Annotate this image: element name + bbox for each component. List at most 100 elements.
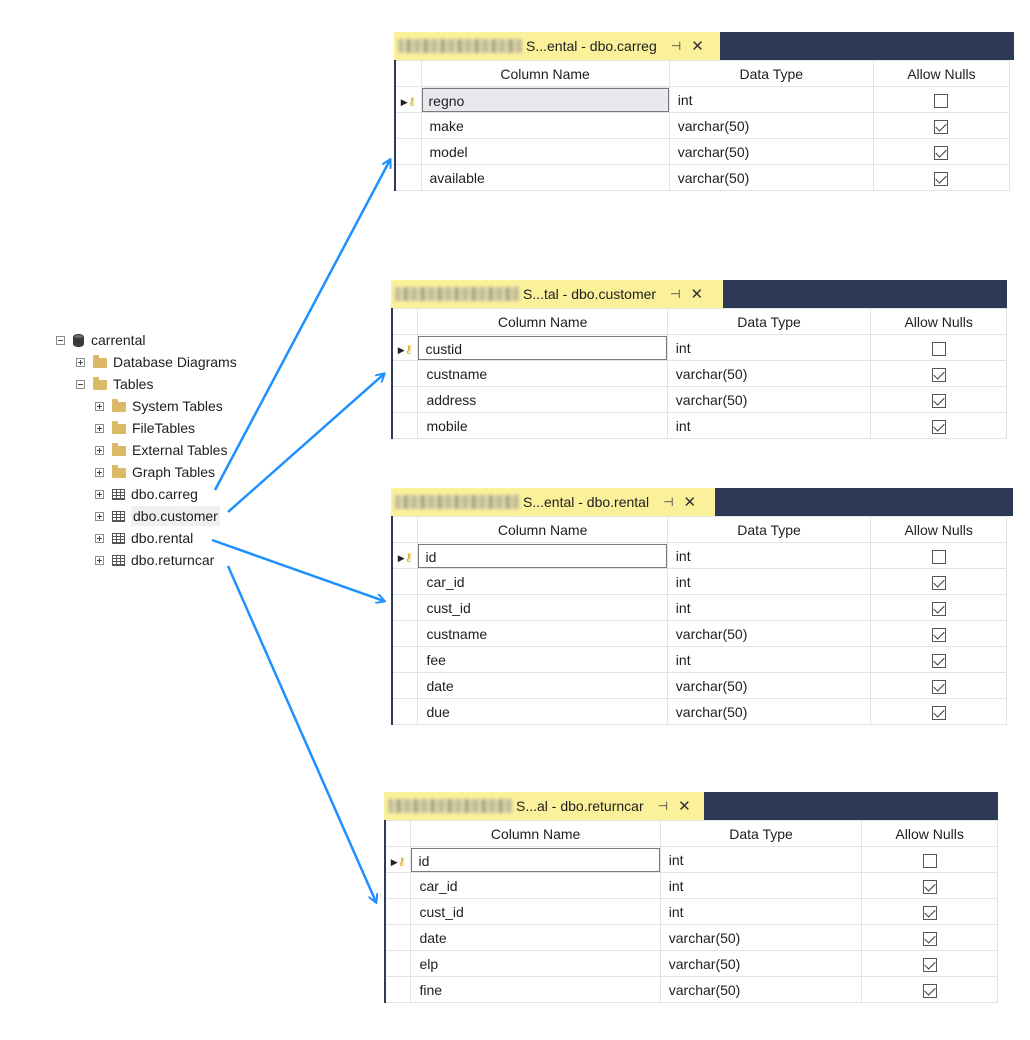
table-row[interactable]: available varchar(50) [394, 164, 1011, 191]
data-type-cell[interactable]: varchar(50) [659, 924, 863, 951]
data-type-cell[interactable]: varchar(50) [666, 360, 872, 387]
row-selector[interactable]: ▶⚷ [384, 846, 412, 873]
table-row[interactable]: cust_id int [391, 594, 1007, 621]
allow-nulls-checkbox[interactable] [931, 575, 946, 590]
pin-icon[interactable]: ⊣ [658, 799, 668, 813]
row-selector[interactable] [391, 672, 419, 699]
table-row[interactable]: make varchar(50) [394, 112, 1011, 139]
allow-nulls-checkbox[interactable] [922, 957, 937, 972]
allow-nulls-cell[interactable] [870, 386, 1007, 413]
row-selector[interactable] [391, 594, 419, 621]
row-selector[interactable]: ▶⚷ [391, 542, 419, 569]
row-selector[interactable] [394, 164, 422, 191]
column-name-cell[interactable]: address [417, 386, 668, 413]
table-row[interactable]: car_id int [391, 568, 1007, 595]
row-selector[interactable] [394, 112, 422, 139]
allow-nulls-checkbox[interactable] [934, 145, 949, 160]
data-type-cell[interactable]: int [666, 412, 872, 439]
row-selector[interactable] [394, 138, 422, 165]
column-name-cell[interactable]: model [420, 138, 670, 165]
allow-nulls-cell[interactable] [872, 138, 1011, 165]
document-tab[interactable]: S...ental - dbo.carreg ⊣ ✕ [394, 32, 720, 60]
allow-nulls-cell[interactable] [861, 976, 998, 1003]
data-type-cell[interactable]: int [666, 594, 872, 621]
allow-nulls-checkbox[interactable] [931, 705, 946, 720]
pin-icon[interactable]: ⊣ [670, 287, 680, 301]
data-type-cell[interactable]: int [666, 568, 872, 595]
allow-nulls-cell[interactable] [872, 86, 1011, 113]
column-name-cell[interactable]: due [417, 698, 668, 725]
allow-nulls-checkbox[interactable] [922, 983, 937, 998]
column-name-cell[interactable]: date [417, 672, 668, 699]
column-name-cell[interactable]: available [420, 164, 670, 191]
table-row[interactable]: elp varchar(50) [384, 950, 998, 977]
row-selector[interactable] [384, 898, 412, 925]
table-row[interactable]: mobile int [391, 412, 1007, 439]
column-name-cell[interactable]: id [410, 846, 661, 873]
data-type-cell[interactable]: int [659, 872, 863, 899]
data-type-cell[interactable]: varchar(50) [668, 112, 874, 139]
data-type-cell[interactable]: varchar(50) [666, 620, 872, 647]
data-type-cell[interactable]: int [666, 334, 872, 361]
data-type-cell[interactable]: varchar(50) [668, 164, 874, 191]
allow-nulls-checkbox[interactable] [934, 119, 949, 134]
data-type-cell[interactable]: varchar(50) [666, 386, 872, 413]
column-name-cell[interactable]: cust_id [410, 898, 661, 925]
allow-nulls-checkbox[interactable] [931, 653, 946, 668]
table-row[interactable]: custname varchar(50) [391, 360, 1007, 387]
table-row[interactable]: fee int [391, 646, 1007, 673]
column-name-cell[interactable]: custname [417, 360, 668, 387]
allow-nulls-cell[interactable] [870, 412, 1007, 439]
column-name-cell[interactable]: date [410, 924, 661, 951]
allow-nulls-checkbox[interactable] [931, 549, 946, 564]
document-tab[interactable]: S...al - dbo.returncar ⊣ ✕ [384, 792, 704, 820]
column-name-cell[interactable]: fine [410, 976, 661, 1003]
column-name-cell[interactable]: car_id [417, 568, 668, 595]
row-selector[interactable] [384, 924, 412, 951]
table-row[interactable]: car_id int [384, 872, 998, 899]
pin-icon[interactable]: ⊣ [671, 39, 681, 53]
data-type-cell[interactable]: varchar(50) [659, 950, 863, 977]
close-icon[interactable]: ✕ [684, 493, 697, 511]
column-name-cell[interactable]: regno [420, 86, 670, 113]
allow-nulls-cell[interactable] [870, 698, 1007, 725]
allow-nulls-checkbox[interactable] [931, 393, 946, 408]
allow-nulls-checkbox[interactable] [931, 679, 946, 694]
data-type-cell[interactable]: int [666, 542, 872, 569]
data-type-cell[interactable]: int [659, 846, 863, 873]
column-name-cell[interactable]: fee [417, 646, 668, 673]
table-row[interactable]: ▶⚷ id int [384, 846, 998, 873]
data-type-cell[interactable]: int [659, 898, 863, 925]
row-selector[interactable] [384, 950, 412, 977]
table-row[interactable]: date varchar(50) [391, 672, 1007, 699]
row-selector[interactable] [391, 386, 419, 413]
allow-nulls-cell[interactable] [872, 112, 1011, 139]
close-icon[interactable]: ✕ [691, 37, 704, 55]
data-type-cell[interactable]: int [668, 86, 874, 113]
table-row[interactable]: ▶⚷ id int [391, 542, 1007, 569]
document-tab[interactable]: S...ental - dbo.rental ⊣ ✕ [391, 488, 715, 516]
allow-nulls-cell[interactable] [861, 950, 998, 977]
table-row[interactable]: ▶⚷ custid int [391, 334, 1007, 361]
row-selector[interactable] [391, 698, 419, 725]
row-selector[interactable] [391, 360, 419, 387]
table-row[interactable]: date varchar(50) [384, 924, 998, 951]
allow-nulls-cell[interactable] [861, 872, 998, 899]
row-selector[interactable]: ▶⚷ [391, 334, 419, 361]
allow-nulls-checkbox[interactable] [931, 419, 946, 434]
allow-nulls-cell[interactable] [861, 846, 998, 873]
column-name-cell[interactable]: id [417, 542, 668, 569]
column-name-cell[interactable]: elp [410, 950, 661, 977]
data-type-cell[interactable]: varchar(50) [666, 672, 872, 699]
allow-nulls-checkbox[interactable] [931, 627, 946, 642]
row-selector[interactable] [391, 568, 419, 595]
data-type-cell[interactable]: varchar(50) [659, 976, 863, 1003]
table-row[interactable]: ▶⚷ regno int [394, 86, 1011, 113]
allow-nulls-cell[interactable] [870, 542, 1007, 569]
data-type-cell[interactable]: int [666, 646, 872, 673]
table-row[interactable]: fine varchar(50) [384, 976, 998, 1003]
column-name-cell[interactable]: car_id [410, 872, 661, 899]
allow-nulls-checkbox[interactable] [931, 341, 946, 356]
data-type-cell[interactable]: varchar(50) [666, 698, 872, 725]
allow-nulls-checkbox[interactable] [934, 93, 949, 108]
